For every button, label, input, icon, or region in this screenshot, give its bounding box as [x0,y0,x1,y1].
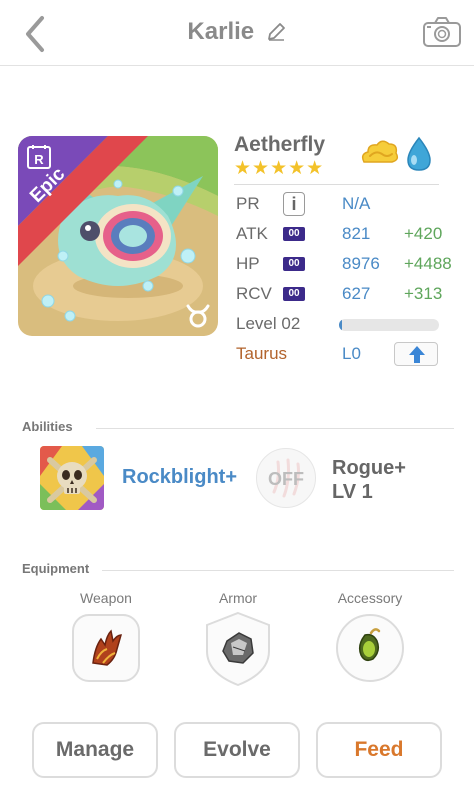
armor-label: Armor [218,590,258,606]
arrow-up-icon [409,346,425,363]
hp-plus-badge: 00 [283,257,305,271]
level-progress-bar [339,319,439,331]
wind-cloud-icon [361,140,399,163]
camera-button[interactable] [422,16,462,48]
atk-label: ATK [236,224,268,243]
taurus-icon [186,304,210,328]
zodiac-name: Taurus [236,344,288,363]
header-bar: Karlie [0,0,474,66]
active-ability-name[interactable]: Rockblight+ [122,466,237,489]
rcv-value: 627 [342,284,371,303]
evolve-button[interactable]: Evolve [174,722,300,778]
stats-divider [234,184,439,185]
stat-row-rcv: RCV 00 627 +313 [236,282,456,306]
pr-value: N/A [342,194,371,213]
monster-name: Aetherfly [234,133,326,156]
armor-shield-icon [206,611,270,687]
hp-label: HP [236,254,260,273]
rcv-plus-badge: 00 [283,287,305,301]
water-drop-icon [407,136,431,171]
atk-bonus: +420 [404,224,443,243]
pencil-icon[interactable] [265,21,287,43]
armor-slot[interactable] [203,611,273,687]
abilities-section-title: Abilities [22,419,73,434]
svg-text:R: R [34,152,44,167]
accessory-label: Accessory [337,590,403,606]
passive-status: OFF [268,469,304,489]
rcv-label: RCV [236,284,272,303]
accessory-slot[interactable] [335,613,405,683]
level-progress-fill [339,319,342,331]
weapon-slot[interactable] [71,613,141,683]
stat-row-hp: HP 00 8976 +4488 [236,252,456,276]
stat-row-atk: ATK 00 821 +420 [236,222,456,246]
zodiac-level: L0 [342,344,361,363]
weapon-label: Weapon [80,590,132,606]
abilities-divider [96,428,454,429]
weapon-claw-icon [72,614,140,682]
equipment-section-title: Equipment [22,561,90,576]
manage-button[interactable]: Manage [32,722,158,778]
rcv-bonus: +313 [404,284,443,303]
atk-value: 821 [342,224,371,243]
stat-row-pr: PR i N/A [236,192,456,216]
skull-icon [40,446,104,510]
hp-value: 8976 [342,254,380,273]
passive-ability-level: LV 1 [332,481,373,503]
level-label: Level 02 [236,314,301,333]
hp-bonus: +4488 [404,254,452,273]
accessory-gem-icon [336,614,404,682]
stat-row-level: Level 02 [236,312,456,336]
zodiac-upgrade-button[interactable] [394,342,438,366]
active-ability-icon[interactable] [40,446,104,510]
monster-portrait[interactable]: R Epic [18,136,218,336]
passive-ability-title: Rogue+ [332,457,406,479]
pr-label: PR [236,194,260,213]
rarity-r-icon: R [27,145,51,169]
passive-ability-name: Rogue+ LV 1 [332,456,406,504]
star-rating: ★★★★★ [234,158,325,179]
page-title: Karlie [187,18,255,45]
atk-plus-badge: 00 [283,227,305,241]
equipment-divider [102,570,454,571]
camera-icon [423,17,461,47]
feed-button[interactable]: Feed [316,722,442,778]
stat-row-zodiac: Taurus L0 [236,342,456,366]
passive-ability-badge[interactable]: OFF [256,448,316,508]
info-button[interactable]: i [283,192,305,216]
